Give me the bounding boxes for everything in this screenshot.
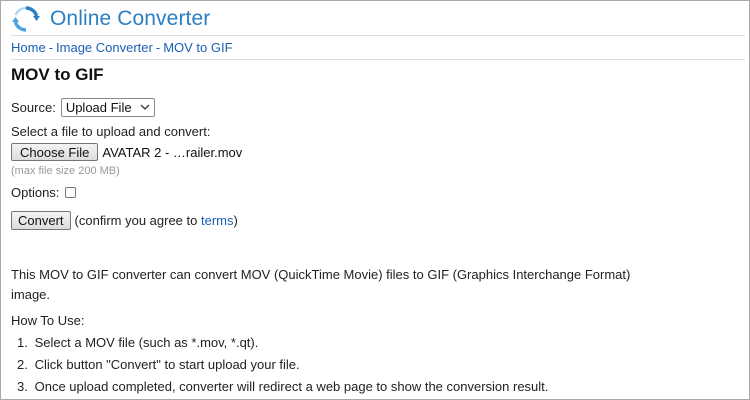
step-text: Click button "Convert" to start upload y… — [34, 357, 300, 372]
convert-button[interactable]: Convert — [11, 211, 71, 230]
breadcrumb-image-converter-link[interactable]: Image Converter — [56, 40, 153, 55]
step-number: 2. — [17, 357, 28, 372]
header-divider — [11, 35, 745, 36]
step-number: 1. — [17, 335, 28, 350]
list-item: 3. Once upload completed, converter will… — [17, 376, 548, 398]
file-input-row: Choose File AVATAR 2 - …railer.mov — [11, 143, 242, 161]
page-title: MOV to GIF — [11, 65, 104, 84]
source-select-value: Upload File — [65, 99, 132, 115]
site-header: Online Converter — [11, 4, 210, 34]
convert-row: Convert (confirm you agree to terms) — [11, 211, 238, 230]
confirm-prefix: (confirm you agree to — [74, 213, 201, 228]
source-select[interactable]: Upload File — [60, 97, 155, 117]
options-label: Options: — [11, 184, 60, 200]
step-text: Select a MOV file (such as *.mov, *.qt). — [34, 335, 259, 350]
confirm-terms-text: (confirm you agree to terms) — [75, 213, 238, 228]
refresh-arrows-icon[interactable] — [11, 4, 41, 34]
breadcrumb-separator: - — [48, 40, 54, 55]
how-to-title: How To Use: — [11, 313, 85, 328]
list-item: 1. Select a MOV file (such as *.mov, *.q… — [17, 332, 548, 354]
selected-file-name: AVATAR 2 - …railer.mov — [102, 144, 243, 160]
step-number: 3. — [17, 379, 28, 394]
breadcrumb-current-link[interactable]: MOV to GIF — [163, 40, 232, 55]
options-row: Options: — [11, 184, 77, 200]
confirm-suffix: ) — [233, 213, 238, 228]
max-file-size-hint: (max file size 200 MB) — [11, 165, 120, 177]
converter-description: This MOV to GIF converter can convert MO… — [11, 267, 631, 302]
breadcrumb-home-link[interactable]: Home — [11, 40, 46, 55]
list-item: 2. Click button "Convert" to start uploa… — [17, 354, 548, 376]
terms-link[interactable]: terms — [201, 213, 234, 228]
page-frame: Online Converter Home - Image Converter - MO… — [0, 0, 750, 400]
choose-file-button[interactable]: Choose File — [11, 143, 99, 161]
breadcrumb-divider — [11, 59, 745, 60]
how-to-steps: 1. Select a MOV file (such as *.mov, *.q… — [17, 332, 548, 398]
step-text: Once upload completed, converter will re… — [34, 379, 549, 394]
site-title[interactable]: Online Converter — [50, 7, 210, 31]
source-row: Source: Upload File — [11, 97, 155, 117]
select-file-label: Select a file to upload and convert: — [11, 124, 211, 139]
breadcrumb-separator: - — [155, 40, 161, 55]
chevron-down-icon — [140, 104, 150, 110]
breadcrumb: Home - Image Converter - MOV to GIF — [11, 40, 233, 55]
options-checkbox[interactable] — [65, 186, 77, 198]
source-label: Source: — [11, 99, 56, 115]
